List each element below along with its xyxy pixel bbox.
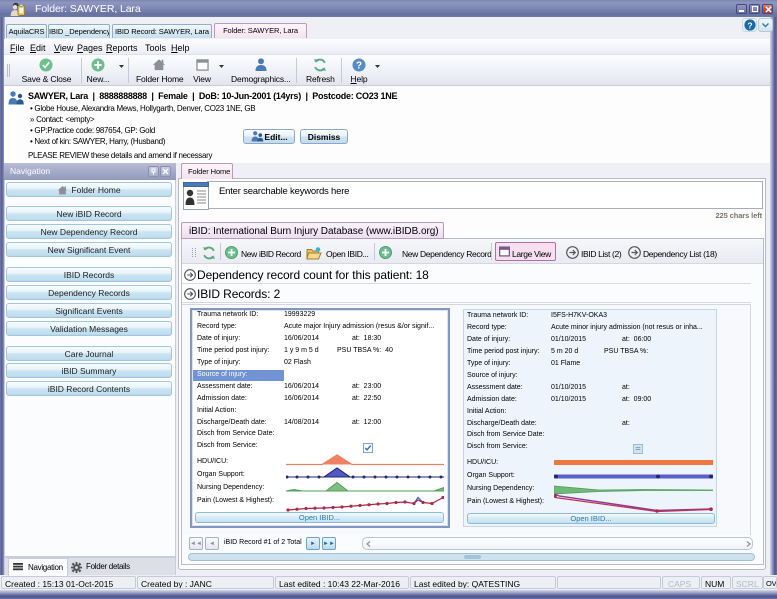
svg-text:?: ? — [356, 61, 362, 72]
svg-text:?: ? — [747, 20, 752, 30]
